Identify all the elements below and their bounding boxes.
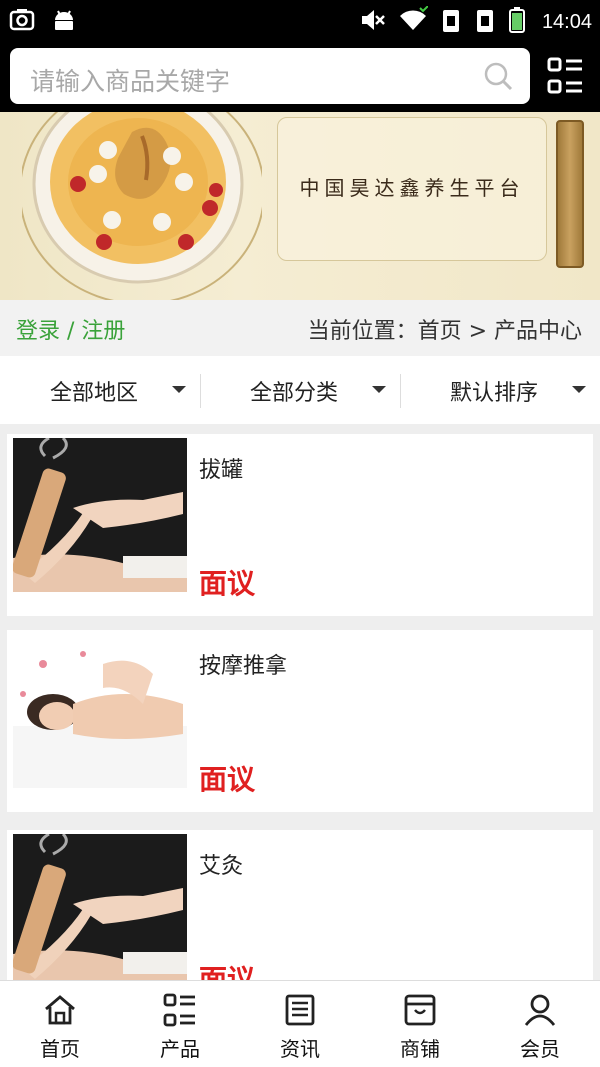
nav-products-label: 产品 [160,1037,200,1061]
product-title: 拔罐 [199,458,244,483]
news-icon [283,993,317,1027]
nav-member[interactable]: 会员 [480,981,600,1067]
android-icon [50,6,78,38]
nav-shop-label: 商铺 [400,1037,440,1061]
search-placeholder: 请输入商品关键字 [30,67,231,96]
product-card[interactable]: 拔罐 面议 [7,434,593,616]
nav-news-label: 资讯 [280,1037,320,1061]
filter-sort-label: 默认排序 [450,381,539,406]
filter-sort[interactable]: 默认排序 [400,356,600,424]
nav-shop[interactable]: 商铺 [360,981,480,1067]
nav-member-label: 会员 [520,1037,560,1061]
nav-home[interactable]: 首页 [0,981,120,1067]
caret-down-icon [372,386,386,393]
search-header: 请输入商品关键字 [0,42,600,112]
product-price: 面议 [199,963,256,980]
search-icon[interactable] [482,60,514,96]
wifi-icon [398,5,429,38]
login-register-link[interactable]: 登录 / 注册 [16,313,125,345]
sim2-icon [474,6,496,38]
caret-down-icon [172,386,186,393]
product-price: 面议 [199,763,256,796]
search-input[interactable]: 请输入商品关键字 [10,48,530,104]
product-price: 面议 [199,567,256,600]
status-clock: 14:04 [541,10,592,33]
caret-down-icon [572,386,586,393]
nav-home-label: 首页 [40,1037,80,1061]
moxibustion-photo [13,438,187,592]
banner-panel: 中国昊达鑫养生平台 [277,117,547,261]
grid-menu-icon[interactable] [546,56,586,96]
filter-category-label: 全部分类 [250,381,339,406]
scroll-ornament [556,120,584,268]
breadcrumb-bar: 登录 / 注册 当前位置：首页 > 产品中心 [0,300,600,356]
sim1-icon [440,6,462,38]
product-title: 艾灸 [199,854,244,879]
nav-news[interactable]: 资讯 [240,981,360,1067]
product-card[interactable]: 按摩推拿 面议 [7,630,593,812]
filter-region-label: 全部地区 [50,381,139,406]
breadcrumb[interactable]: 当前位置：首页 > 产品中心 [308,313,582,345]
moxibustion-photo [13,834,187,980]
soup-bowl-image [19,112,265,300]
banner-slogan: 中国昊达鑫养生平台 [299,176,525,200]
product-list-icon [163,993,197,1027]
nav-products[interactable]: 产品 [120,981,240,1067]
product-list: 拔罐 面议 按摩推拿 面议 艾灸 面议 [0,424,600,980]
massage-photo [13,634,187,788]
status-bar: 14:04 [0,0,600,42]
product-card[interactable]: 艾灸 面议 [7,830,593,980]
screenshot-icon [8,6,36,38]
filter-bar: 全部地区 全部分类 默认排序 [0,356,600,424]
mute-icon [358,6,386,38]
promo-banner[interactable]: 中国昊达鑫养生平台 [0,112,600,300]
filter-region[interactable]: 全部地区 [0,356,200,424]
user-icon [523,993,557,1027]
product-title: 按摩推拿 [199,654,288,679]
filter-category[interactable]: 全部分类 [200,356,400,424]
home-icon [43,993,77,1027]
shop-icon [403,993,437,1027]
battery-icon [508,6,526,38]
bottom-nav: 首页 产品 资讯 商铺 会员 [0,980,600,1067]
